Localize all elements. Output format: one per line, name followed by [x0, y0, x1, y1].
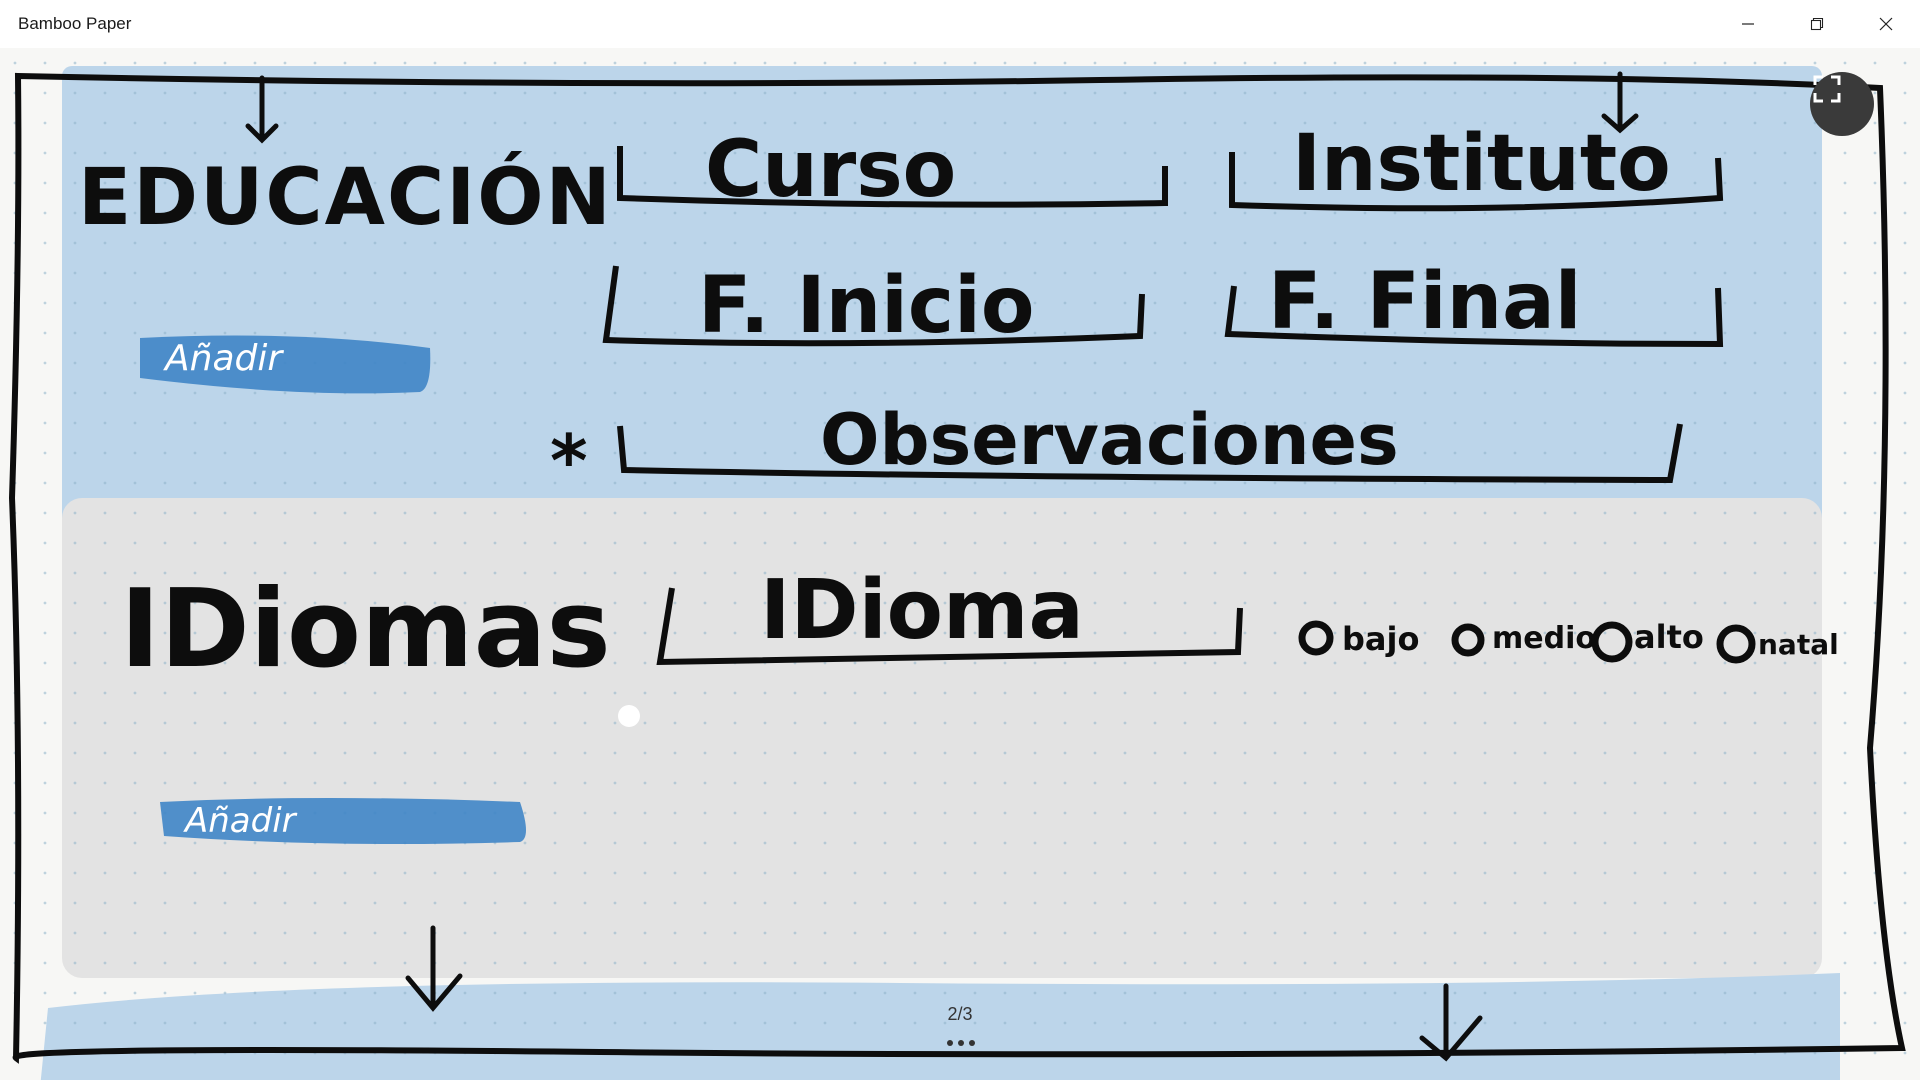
menu-dot-icon: [969, 1040, 975, 1046]
close-icon: [1879, 17, 1892, 31]
instituto-label: Instituto: [1292, 119, 1671, 209]
fecha-inicio-label: F. Inicio: [698, 261, 1034, 351]
fullscreen-icon: [1813, 75, 1841, 103]
page-indicator: 2/3: [947, 1004, 973, 1024]
observaciones-label: Observaciones: [820, 399, 1399, 481]
fullscreen-button[interactable]: [1810, 72, 1874, 136]
languages-add-label: Añadir: [183, 801, 298, 841]
page-menu-button[interactable]: [943, 1040, 979, 1048]
level-natal-label: natal: [1758, 628, 1839, 661]
close-button[interactable]: [1851, 0, 1920, 48]
drawing-canvas[interactable]: EDUCACIÓN Curso Instituto F. Inicio F. F…: [0, 48, 1920, 1080]
level-medio-label: medio: [1492, 621, 1596, 656]
idioma-label: IDioma: [760, 563, 1084, 658]
cursor-dot: [618, 705, 640, 727]
app-title: Bamboo Paper: [18, 14, 132, 33]
curso-label: Curso: [705, 125, 956, 215]
restore-icon: [1810, 17, 1823, 31]
level-alto-label: alto: [1634, 618, 1704, 656]
required-mark: *: [550, 419, 588, 503]
education-add-label: Añadir: [163, 338, 284, 379]
title-bar: Bamboo Paper: [0, 0, 1920, 48]
minimize-icon: [1741, 23, 1754, 25]
level-bajo-label: bajo: [1342, 620, 1419, 658]
restore-button[interactable]: [1782, 0, 1851, 48]
fecha-final-label: F. Final: [1268, 257, 1582, 347]
sketch-drawing: EDUCACIÓN Curso Instituto F. Inicio F. F…: [0, 48, 1920, 1080]
languages-add-button[interactable]: Añadir: [160, 798, 526, 844]
education-heading: EDUCACIÓN: [78, 151, 613, 243]
minimize-button[interactable]: [1713, 0, 1782, 48]
menu-dot-icon: [947, 1040, 953, 1046]
menu-dot-icon: [958, 1040, 964, 1046]
window-controls: [1713, 0, 1920, 48]
languages-heading: IDiomas: [120, 567, 611, 692]
